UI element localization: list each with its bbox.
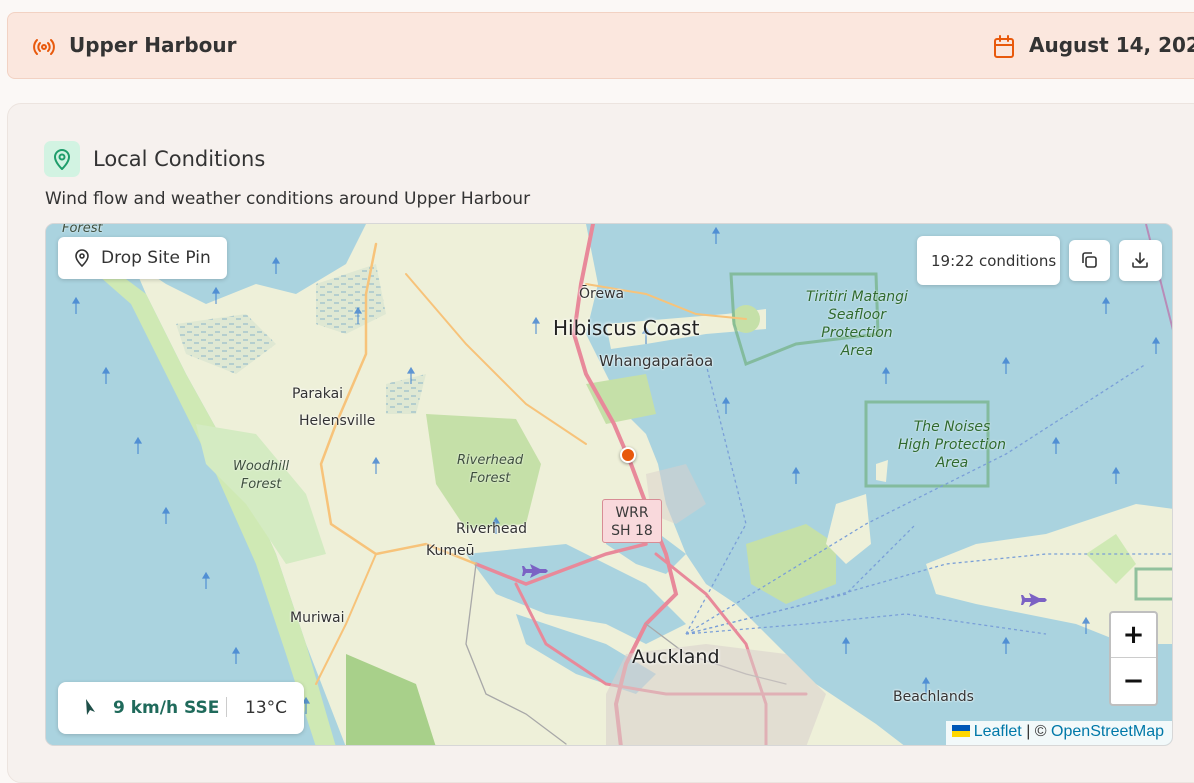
header-bar: Upper Harbour August 14, 2026 [7,12,1194,79]
wind-conditions-panel: 9 km/h SSE 13°C [58,682,304,734]
site-pin-marker[interactable] [620,447,636,463]
drop-site-pin-button[interactable]: Drop Site Pin [58,237,227,279]
zoom-out-button[interactable]: − [1111,659,1156,704]
wind-direction-icon [86,699,95,715]
map-label-beachlands: Beachlands [893,689,974,705]
location-title: Upper Harbour [69,33,237,57]
date-label: August 14, 2026 [1029,33,1194,57]
map-label-muriwai: Muriwai [290,610,345,626]
section-badge [44,141,80,177]
section-subtitle: Wind flow and weather conditions around … [45,189,531,209]
conditions-time-badge: 19:22 conditions [917,236,1060,285]
map-pin-icon [75,249,89,267]
map-label-parakai: Parakai [292,386,344,402]
divider [226,697,227,717]
map-view[interactable]: Forest Ōrewa Hibiscus Coast Whangaparāoa… [45,223,1173,746]
leaflet-link[interactable]: Leaflet [974,723,1022,740]
zoom-in-button[interactable]: + [1111,613,1156,658]
map-label-whangaparaoa: Whangaparāoa [599,352,714,370]
copy-button[interactable] [1069,240,1110,281]
map-attribution: Leaflet | © OpenStreetMap [945,721,1172,745]
calendar-icon [994,35,1014,58]
conditions-time-label: 19:22 conditions [931,252,1057,270]
map-label-auckland: Auckland [632,646,720,668]
map-tiles [46,224,1172,745]
drop-site-pin-label: Drop Site Pin [101,248,211,268]
map-label-hibiscus-coast: Hibiscus Coast [553,316,700,340]
map-label-the-noises: The Noises High Protection Area [898,419,1007,471]
map-label-tiritiri-matangi: Tiritiri Matangi Seafloor Protection Area [806,289,908,359]
map-label-kumeu: Kumeū [426,543,475,559]
map-label-riverhead-forest: Riverhead Forest [457,453,524,486]
map-label-orewa: Ōrewa [579,286,625,302]
temperature-label: 13°C [245,698,288,718]
download-icon [1132,252,1148,268]
section-title: Local Conditions [93,147,266,171]
road-shield: WRR SH 18 [602,499,662,543]
wind-speed-label: 9 km/h SSE [113,698,220,718]
zoom-control: + − [1109,611,1158,706]
map-label-woodhill-forest: Woodhill Forest [233,459,290,492]
map-pin-icon [53,149,71,170]
broadcast-icon [33,39,55,55]
map-label-riverhead: Riverhead [456,521,527,537]
download-button[interactable] [1119,240,1162,281]
map-label-forest-top: Forest [62,223,103,236]
ukraine-flag-icon [951,725,970,737]
attribution-separator: | © [1026,723,1047,740]
copy-icon [1082,252,1097,268]
openstreetmap-link[interactable]: OpenStreetMap [1051,723,1164,740]
map-label-helensville: Helensville [299,413,376,429]
